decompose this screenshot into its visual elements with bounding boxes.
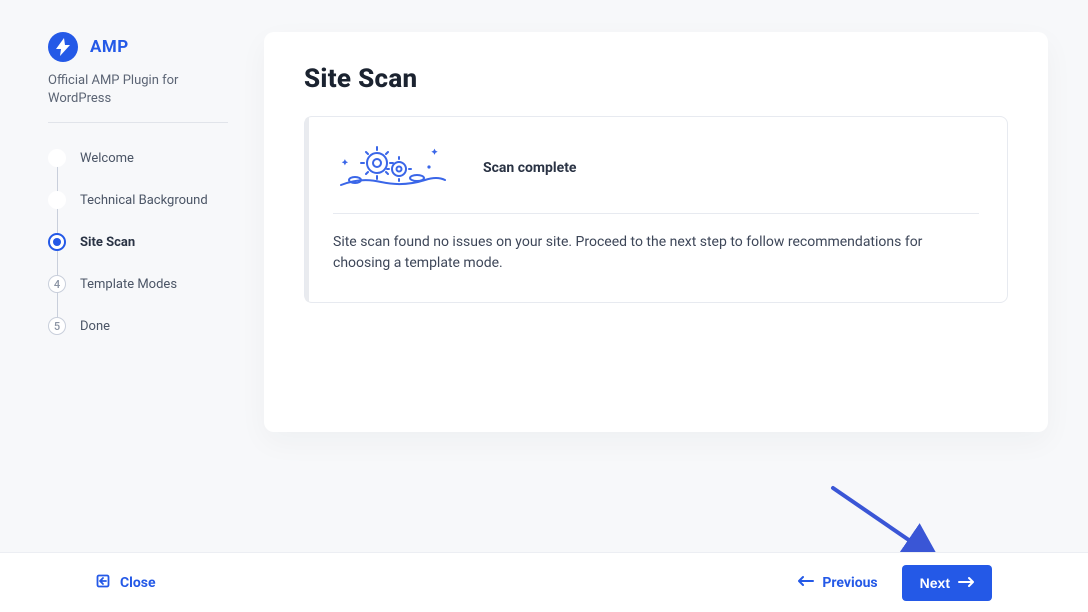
sidebar-divider <box>48 122 228 123</box>
previous-label: Previous <box>822 575 877 591</box>
step-label: Template Modes <box>80 277 177 292</box>
check-icon <box>48 191 66 209</box>
close-label: Close <box>120 575 156 591</box>
panel-divider <box>333 213 979 214</box>
next-button[interactable]: Next <box>902 565 992 601</box>
check-icon <box>48 149 66 167</box>
sidebar: AMP Official AMP Plugin for WordPress We… <box>48 32 228 432</box>
amp-logo-icon <box>48 32 78 62</box>
close-button[interactable]: Close <box>96 574 156 592</box>
step-label: Done <box>80 319 110 334</box>
page-title: Site Scan <box>304 64 1008 94</box>
brand-name: AMP <box>90 37 129 57</box>
brand: AMP <box>48 32 228 62</box>
scan-result-panel: Scan complete Site scan found no issues … <box>304 116 1008 303</box>
brand-subtitle: Official AMP Plugin for WordPress <box>48 72 228 108</box>
next-label: Next <box>920 575 950 591</box>
pending-step-icon: 5 <box>48 317 66 335</box>
step-done[interactable]: 5 Done <box>48 305 228 347</box>
step-site-scan[interactable]: Site Scan <box>48 221 228 263</box>
step-template-modes[interactable]: 4 Template Modes <box>48 263 228 305</box>
step-label: Site Scan <box>80 235 135 250</box>
previous-button[interactable]: Previous <box>798 575 877 591</box>
pending-step-icon: 4 <box>48 275 66 293</box>
wizard-footer: Close Previous Next <box>0 552 1088 612</box>
arrow-left-icon <box>798 575 814 591</box>
step-technical-background[interactable]: Technical Background <box>48 179 228 221</box>
current-step-icon <box>48 233 66 251</box>
scan-result-message: Site scan found no issues on your site. … <box>333 232 979 274</box>
step-welcome[interactable]: Welcome <box>48 137 228 179</box>
scan-status-title: Scan complete <box>483 160 577 176</box>
main-card: Site Scan <box>264 32 1048 432</box>
step-label: Technical Background <box>80 193 208 208</box>
scan-illustration-icon <box>333 143 453 193</box>
close-icon <box>96 574 110 592</box>
arrow-right-icon <box>958 575 974 591</box>
step-label: Welcome <box>80 151 134 166</box>
wizard-steps: Welcome Technical Background Site Scan 4… <box>48 137 228 347</box>
